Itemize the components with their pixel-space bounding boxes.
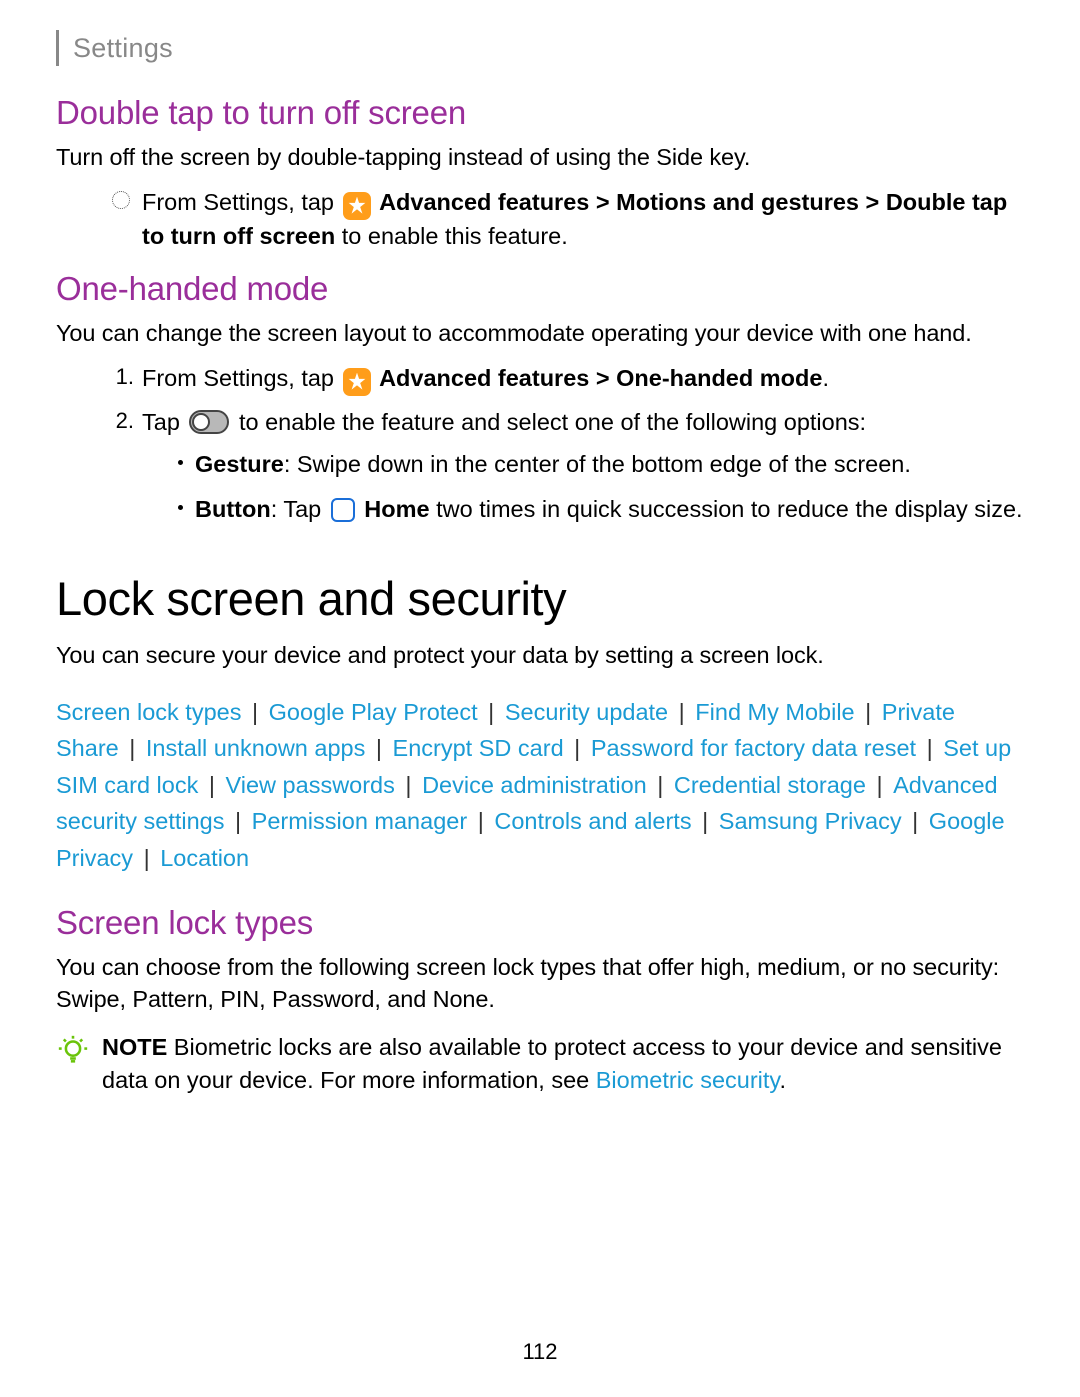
separator: | <box>482 699 501 725</box>
separator: | <box>696 808 715 834</box>
text: From Settings, tap <box>142 189 341 215</box>
separator: | <box>651 772 670 798</box>
text: > <box>859 189 886 215</box>
advanced-features-icon <box>343 368 371 396</box>
step-number: 2. <box>112 406 134 437</box>
separator: | <box>906 808 925 834</box>
toc-link[interactable]: Security update <box>505 699 668 725</box>
text: > <box>589 189 616 215</box>
sub-bullet-button: Button: Tap Home two times in quick succ… <box>178 493 1024 525</box>
note-label: NOTE <box>102 1034 167 1060</box>
text: . <box>822 365 829 391</box>
heading-lock-security: Lock screen and security <box>56 571 1024 626</box>
toc-links: Screen lock types | Google Play Protect … <box>56 694 1024 876</box>
step-2: 2. Tap to enable the feature and select … <box>112 406 1024 537</box>
toc-link[interactable]: Google Play Protect <box>269 699 478 725</box>
text: : Swipe down in the center of the bottom… <box>284 451 911 477</box>
toc-link[interactable]: Encrypt SD card <box>393 735 564 761</box>
desc-screen-lock-types: You can choose from the following screen… <box>56 952 1024 1015</box>
separator: | <box>245 699 264 725</box>
text: . <box>779 1067 786 1093</box>
page-header: Settings <box>56 30 1024 66</box>
step-1: 1. From Settings, tap Advanced features … <box>112 362 1024 396</box>
desc-double-tap: Turn off the screen by double-tapping in… <box>56 142 1024 174</box>
note-block: NOTE Biometric locks are also available … <box>56 1031 1024 1097</box>
page-number: 112 <box>0 1339 1080 1365</box>
sub-bullet-gesture: Gesture: Swipe down in the center of the… <box>178 448 1024 480</box>
label: Gesture <box>195 451 284 477</box>
toc-link[interactable]: Device administration <box>422 772 647 798</box>
separator: | <box>870 772 889 798</box>
toc-link[interactable]: Credential storage <box>674 772 866 798</box>
bullet-icon <box>112 191 130 209</box>
header-bar <box>56 30 59 66</box>
toc-link[interactable]: Password for factory data reset <box>591 735 916 761</box>
separator: | <box>202 772 221 798</box>
step-number: 1. <box>112 362 134 393</box>
text: Advanced features <box>379 189 589 215</box>
toc-link[interactable]: Controls and alerts <box>494 808 691 834</box>
text: > <box>589 365 616 391</box>
text: two times in quick succession to reduce … <box>430 496 1023 522</box>
text: : Tap <box>271 496 328 522</box>
heading-double-tap: Double tap to turn off screen <box>56 94 1024 132</box>
separator: | <box>399 772 418 798</box>
toc-link[interactable]: Find My Mobile <box>695 699 854 725</box>
desc-one-handed: You can change the screen layout to acco… <box>56 318 1024 350</box>
text: From Settings, tap <box>142 365 341 391</box>
separator: | <box>123 735 142 761</box>
step-double-tap: From Settings, tap Advanced features > M… <box>112 186 1024 252</box>
text: to enable the feature and select one of … <box>239 409 866 435</box>
toc-link[interactable]: Install unknown apps <box>146 735 365 761</box>
separator: | <box>859 699 878 725</box>
text: Motions and gestures <box>616 189 859 215</box>
separator: | <box>568 735 587 761</box>
text: One-handed mode <box>616 365 822 391</box>
note-text: Biometric locks are also available to pr… <box>102 1034 1002 1093</box>
toc-link[interactable]: View passwords <box>226 772 395 798</box>
text: Tap <box>142 409 186 435</box>
link-biometric-security[interactable]: Biometric security <box>596 1067 780 1093</box>
toggle-icon <box>189 410 229 434</box>
desc-lock-security: You can secure your device and protect y… <box>56 640 1024 672</box>
separator: | <box>369 735 388 761</box>
heading-screen-lock-types: Screen lock types <box>56 904 1024 942</box>
toc-link[interactable]: Samsung Privacy <box>719 808 902 834</box>
label: Button <box>195 496 271 522</box>
lightbulb-icon <box>56 1033 90 1067</box>
separator: | <box>471 808 490 834</box>
dot-icon <box>178 460 183 465</box>
home-label: Home <box>364 496 429 522</box>
text: to enable this feature. <box>335 223 568 249</box>
advanced-features-icon <box>343 192 371 220</box>
dot-icon <box>178 505 183 510</box>
home-icon <box>331 498 355 522</box>
separator: | <box>672 699 691 725</box>
separator: | <box>137 845 156 871</box>
separator: | <box>228 808 247 834</box>
toc-link[interactable]: Screen lock types <box>56 699 241 725</box>
text: Advanced features <box>379 365 589 391</box>
heading-one-handed: One-handed mode <box>56 270 1024 308</box>
toc-link[interactable]: Permission manager <box>252 808 468 834</box>
toc-link[interactable]: Location <box>160 845 249 871</box>
header-title: Settings <box>73 33 173 64</box>
separator: | <box>920 735 939 761</box>
